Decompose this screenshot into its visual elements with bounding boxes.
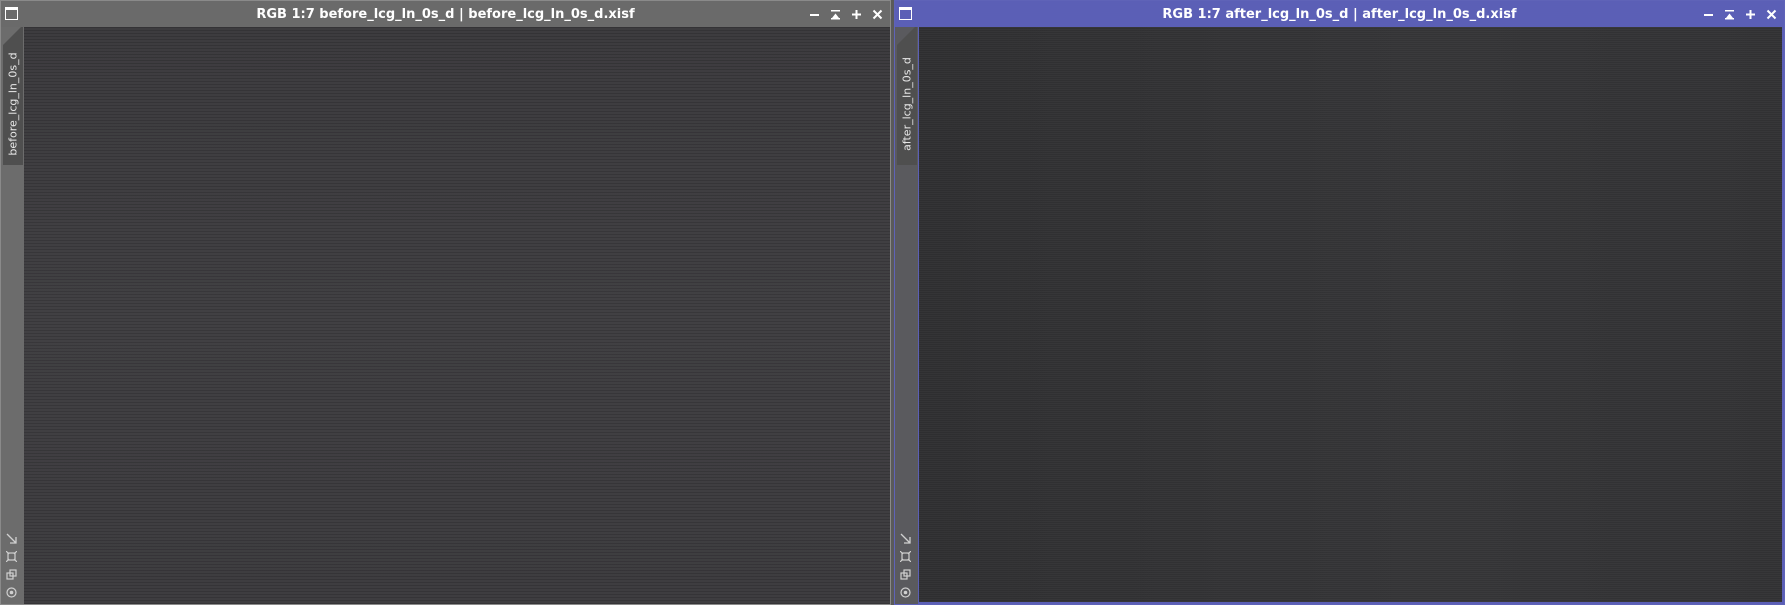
window-title: RGB 1:7 before_lcg_ln_0s_d | before_lcg_…: [256, 6, 635, 22]
clone-view-icon[interactable]: [5, 568, 18, 580]
window-menu-icon[interactable]: [5, 7, 18, 20]
fit-view-icon[interactable]: [5, 550, 18, 562]
fit-view-icon[interactable]: [899, 550, 912, 562]
clone-view-icon[interactable]: [899, 568, 912, 580]
window-controls: [1702, 1, 1778, 27]
shade-icon[interactable]: [829, 8, 842, 21]
maximize-icon[interactable]: [850, 8, 863, 21]
minimize-icon[interactable]: [808, 8, 821, 21]
target-icon[interactable]: [5, 586, 18, 598]
window-menu-icon[interactable]: [899, 7, 912, 20]
close-icon[interactable]: [1765, 8, 1778, 21]
close-icon[interactable]: [871, 8, 884, 21]
minimize-icon[interactable]: [1702, 8, 1715, 21]
image-viewport[interactable]: [919, 27, 1782, 602]
target-icon[interactable]: [899, 586, 912, 598]
image-window-before[interactable]: RGB 1:7 before_lcg_ln_0s_d | before_lcg_…: [0, 0, 891, 605]
shade-icon[interactable]: [1723, 8, 1736, 21]
view-identifier-tab[interactable]: before_lcg_ln_0s_d: [3, 27, 23, 165]
window-title: RGB 1:7 after_lcg_ln_0s_d | after_lcg_ln…: [1162, 6, 1517, 22]
maximize-icon[interactable]: [1744, 8, 1757, 21]
view-identifier-tab[interactable]: after_lcg_ln_0s_d: [897, 27, 917, 165]
side-toolbar: [5, 532, 21, 598]
window-titlebar[interactable]: RGB 1:7 before_lcg_ln_0s_d | before_lcg_…: [1, 1, 890, 27]
view-identifier-label: before_lcg_ln_0s_d: [6, 52, 20, 156]
image-window-after[interactable]: RGB 1:7 after_lcg_ln_0s_d | after_lcg_ln…: [894, 0, 1785, 605]
side-toolbar: [899, 532, 915, 598]
expand-arrow-icon[interactable]: [899, 532, 912, 544]
view-identifier-label: after_lcg_ln_0s_d: [900, 57, 914, 151]
window-titlebar[interactable]: RGB 1:7 after_lcg_ln_0s_d | after_lcg_ln…: [895, 1, 1784, 27]
image-viewport[interactable]: [24, 27, 890, 604]
expand-arrow-icon[interactable]: [5, 532, 18, 544]
window-controls: [808, 1, 884, 27]
